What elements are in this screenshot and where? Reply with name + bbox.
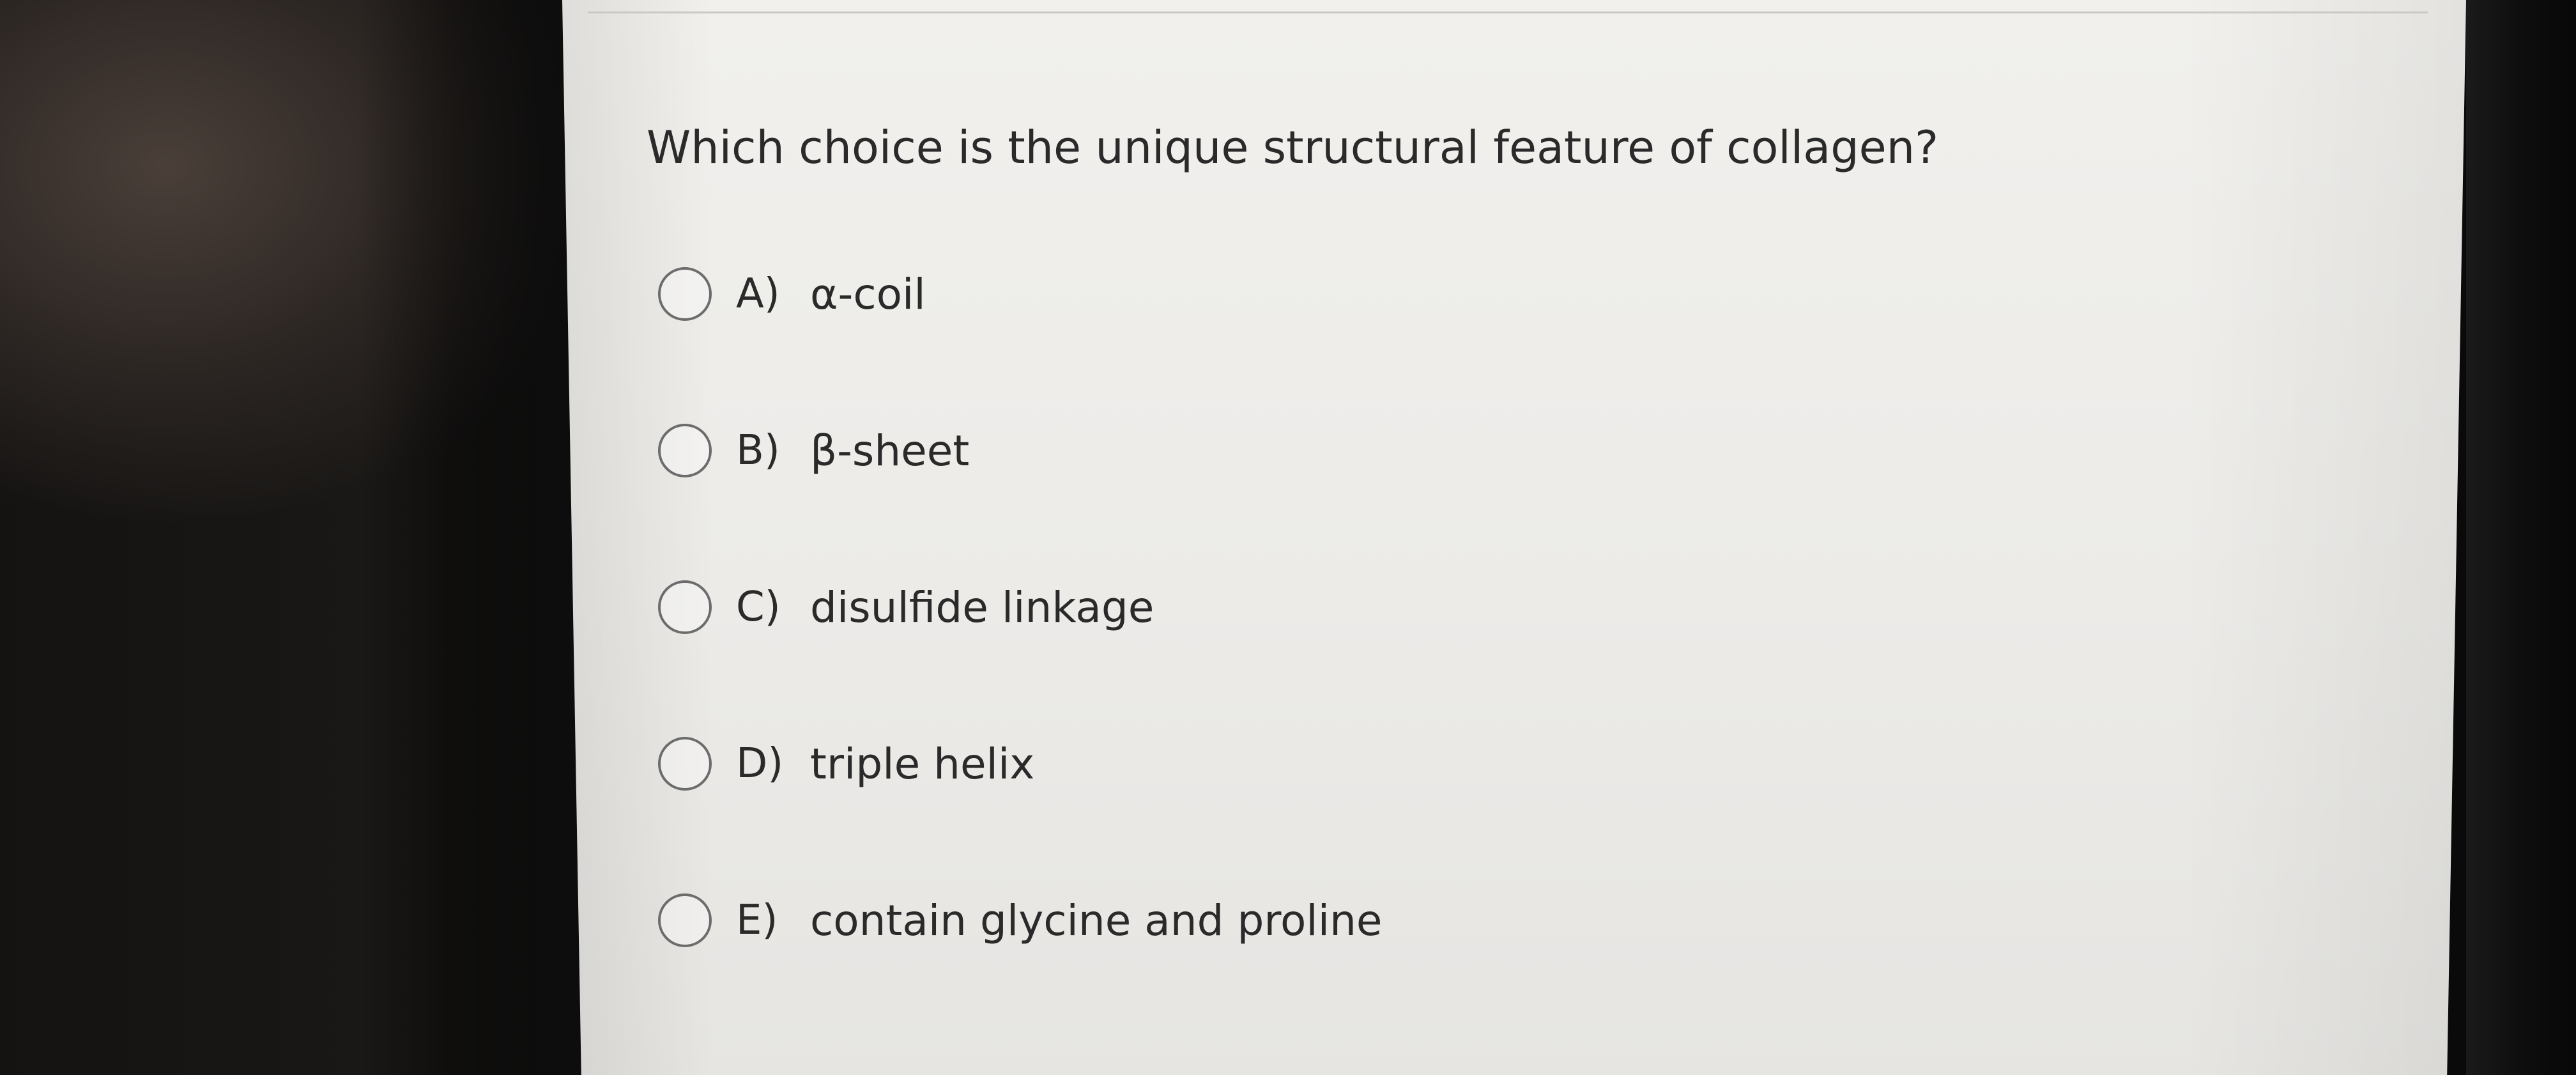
- radio-button-icon[interactable]: [658, 424, 712, 477]
- top-divider: [588, 12, 2428, 13]
- option-letter: C): [736, 584, 781, 631]
- option-letter: E): [736, 897, 778, 944]
- answer-option-d[interactable]: D) triple helix: [658, 725, 2191, 802]
- option-letter: B): [736, 427, 780, 474]
- answer-option-b[interactable]: B) β-sheet: [658, 412, 2191, 489]
- option-letter: D): [736, 740, 784, 787]
- question-text: Which choice is the unique structural fe…: [647, 121, 1939, 174]
- radio-button-icon[interactable]: [658, 737, 712, 791]
- monitor-bezel-right: [2466, 0, 2576, 1075]
- answer-option-e[interactable]: E) contain glycine and proline: [658, 882, 2191, 959]
- option-text: contain glycine and proline: [810, 895, 1383, 945]
- radio-button-icon[interactable]: [658, 580, 712, 634]
- option-text: disulfide linkage: [810, 582, 1154, 632]
- photo-scene: Which choice is the unique structural fe…: [0, 0, 2576, 1075]
- radio-button-icon[interactable]: [658, 893, 712, 947]
- answer-option-c[interactable]: C) disulfide linkage: [658, 569, 2191, 646]
- answer-option-a[interactable]: A) α-coil: [658, 256, 2191, 332]
- quiz-screen: Which choice is the unique structural fe…: [562, 0, 2466, 1075]
- option-text: α-coil: [810, 269, 926, 319]
- radio-button-icon[interactable]: [658, 267, 712, 321]
- answer-options: A) α-coil B) β-sheet C) disulfide linkag…: [658, 256, 2191, 1039]
- monitor-bezel-left: [358, 0, 588, 1075]
- option-text: triple helix: [810, 739, 1035, 789]
- option-text: β-sheet: [810, 426, 970, 476]
- option-letter: A): [736, 270, 780, 318]
